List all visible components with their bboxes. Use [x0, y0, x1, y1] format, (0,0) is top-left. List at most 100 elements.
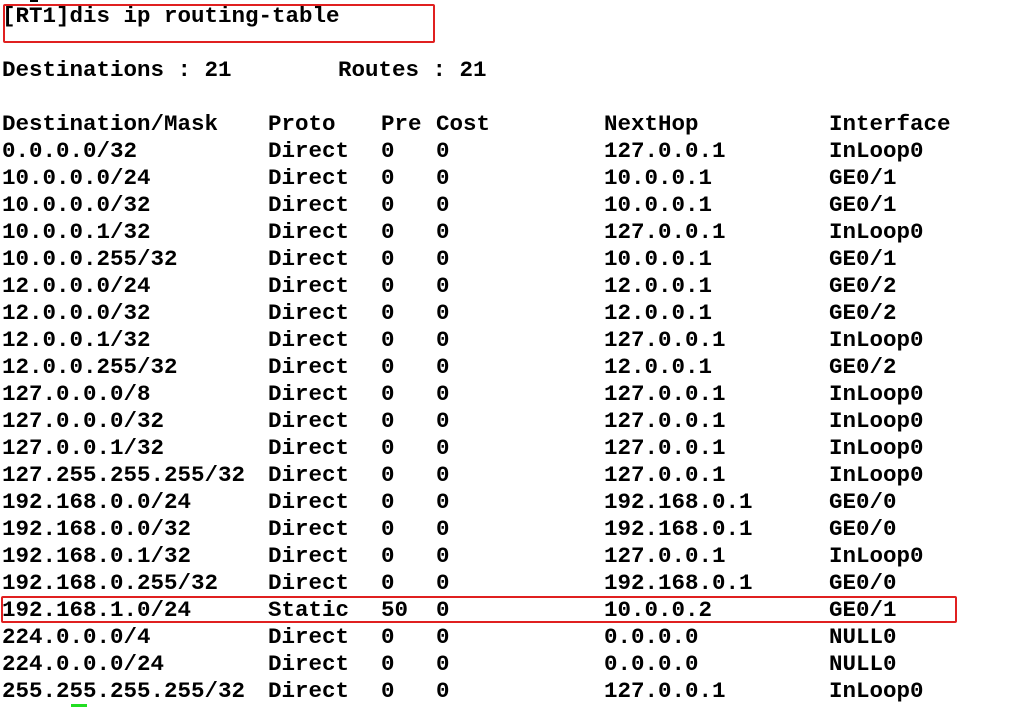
route-nexthop: 0.0.0.0 [604, 624, 699, 650]
table-row: 10.0.0.1/32 Direct 0 0 127.0.0.1 InLoop0 [2, 219, 1002, 246]
table-row: 10.0.0.0/32 Direct 0 0 10.0.0.1 GE0/1 [2, 192, 1002, 219]
route-interface: InLoop0 [829, 678, 924, 704]
route-nexthop: 127.0.0.1 [604, 408, 726, 434]
route-cost: 0 [436, 273, 450, 299]
previous-line-fragment [30, 0, 38, 2]
table-row: 192.168.0.1/32 Direct 0 0 127.0.0.1 InLoop0 [2, 543, 1002, 570]
route-interface: GE0/1 [829, 165, 897, 191]
route-cost: 0 [436, 192, 450, 218]
route-destination: 12.0.0.0/24 [2, 273, 151, 299]
route-interface: InLoop0 [829, 408, 924, 434]
route-proto: Direct [268, 678, 350, 704]
route-interface: GE0/2 [829, 300, 897, 326]
route-cost: 0 [436, 165, 450, 191]
route-destination: 10.0.0.0/32 [2, 192, 151, 218]
route-interface: GE0/2 [829, 273, 897, 299]
route-cost: 0 [436, 327, 450, 353]
route-preference: 0 [381, 489, 395, 515]
header-nexthop: NextHop [604, 111, 699, 137]
route-destination: 192.168.0.0/24 [2, 489, 192, 515]
route-interface: InLoop0 [829, 435, 924, 461]
route-preference: 0 [381, 381, 395, 407]
route-proto: Direct [268, 354, 350, 380]
route-interface: NULL0 [829, 651, 897, 677]
route-destination: 12.0.0.255/32 [2, 354, 178, 380]
route-preference: 0 [381, 219, 395, 245]
route-proto: Direct [268, 408, 350, 434]
route-proto: Direct [268, 246, 350, 272]
route-destination: 192.168.0.1/32 [2, 543, 192, 569]
header-interface: Interface [829, 111, 951, 137]
static-route-highlight-box [1, 596, 957, 623]
route-destination: 10.0.0.255/32 [2, 246, 178, 272]
route-destination: 0.0.0.0/32 [2, 138, 138, 164]
route-proto: Direct [268, 300, 350, 326]
route-interface: InLoop0 [829, 543, 924, 569]
route-cost: 0 [436, 543, 450, 569]
route-destination: 10.0.0.0/24 [2, 165, 151, 191]
route-proto: Direct [268, 651, 350, 677]
route-preference: 0 [381, 138, 395, 164]
route-interface: GE0/2 [829, 354, 897, 380]
route-nexthop: 127.0.0.1 [604, 219, 726, 245]
table-row: 12.0.0.255/32 Direct 0 0 12.0.0.1 GE0/2 [2, 354, 1002, 381]
route-destination: 127.0.0.0/32 [2, 408, 165, 434]
route-proto: Direct [268, 462, 350, 488]
route-destination: 192.168.0.0/32 [2, 516, 192, 542]
table-row: 127.0.0.1/32 Direct 0 0 127.0.0.1 InLoop0 [2, 435, 1002, 462]
route-proto: Direct [268, 138, 350, 164]
route-interface: GE0/0 [829, 489, 897, 515]
route-interface: GE0/0 [829, 516, 897, 542]
route-nexthop: 0.0.0.0 [604, 651, 699, 677]
route-cost: 0 [436, 651, 450, 677]
route-nexthop: 127.0.0.1 [604, 543, 726, 569]
route-proto: Direct [268, 192, 350, 218]
route-destination: 12.0.0.1/32 [2, 327, 151, 353]
table-row: 192.168.0.255/32 Direct 0 0 192.168.0.1 GE0/0 [2, 570, 1002, 597]
route-destination: 192.168.0.255/32 [2, 570, 219, 596]
table-row: 224.0.0.0/24 Direct 0 0 0.0.0.0 NULL0 [2, 651, 1002, 678]
route-cost: 0 [436, 678, 450, 704]
route-nexthop: 12.0.0.1 [604, 273, 713, 299]
header-proto: Proto [268, 111, 336, 137]
route-proto: Direct [268, 435, 350, 461]
route-preference: 0 [381, 435, 395, 461]
summary-line: Destinations : 21 Routes : 21 [2, 57, 902, 84]
route-nexthop: 10.0.0.1 [604, 246, 713, 272]
route-nexthop: 127.0.0.1 [604, 462, 726, 488]
route-preference: 0 [381, 651, 395, 677]
route-interface: InLoop0 [829, 462, 924, 488]
table-row: 127.0.0.0/32 Direct 0 0 127.0.0.1 InLoop0 [2, 408, 1002, 435]
route-interface: GE0/1 [829, 192, 897, 218]
route-destination: 10.0.0.1/32 [2, 219, 151, 245]
route-nexthop: 127.0.0.1 [604, 327, 726, 353]
route-nexthop: 12.0.0.1 [604, 354, 713, 380]
table-row: 224.0.0.0/4 Direct 0 0 0.0.0.0 NULL0 [2, 624, 1002, 651]
route-preference: 0 [381, 462, 395, 488]
route-destination: 224.0.0.0/4 [2, 624, 151, 650]
route-preference: 0 [381, 246, 395, 272]
route-preference: 0 [381, 192, 395, 218]
table-row: 192.168.0.0/24 Direct 0 0 192.168.0.1 GE0/0 [2, 489, 1002, 516]
route-nexthop: 10.0.0.1 [604, 165, 713, 191]
route-interface: GE0/1 [829, 246, 897, 272]
terminal-window[interactable]: [RT1]dis ip routing-table Destinations :… [0, 0, 1015, 708]
route-nexthop: 127.0.0.1 [604, 435, 726, 461]
route-nexthop: 192.168.0.1 [604, 570, 753, 596]
route-nexthop: 127.0.0.1 [604, 381, 726, 407]
table-row: 10.0.0.0/24 Direct 0 0 10.0.0.1 GE0/1 [2, 165, 1002, 192]
route-preference: 0 [381, 543, 395, 569]
route-nexthop: 192.168.0.1 [604, 516, 753, 542]
header-pre: Pre [381, 111, 422, 137]
route-cost: 0 [436, 516, 450, 542]
command-highlight-box [3, 4, 435, 43]
route-proto: Direct [268, 381, 350, 407]
route-proto: Direct [268, 489, 350, 515]
route-proto: Direct [268, 327, 350, 353]
route-cost: 0 [436, 462, 450, 488]
route-proto: Direct [268, 624, 350, 650]
route-preference: 0 [381, 570, 395, 596]
route-proto: Direct [268, 165, 350, 191]
route-destination: 127.0.0.1/32 [2, 435, 165, 461]
table-row: 255.255.255.255/32 Direct 0 0 127.0.0.1 InLoo… [2, 678, 1002, 705]
